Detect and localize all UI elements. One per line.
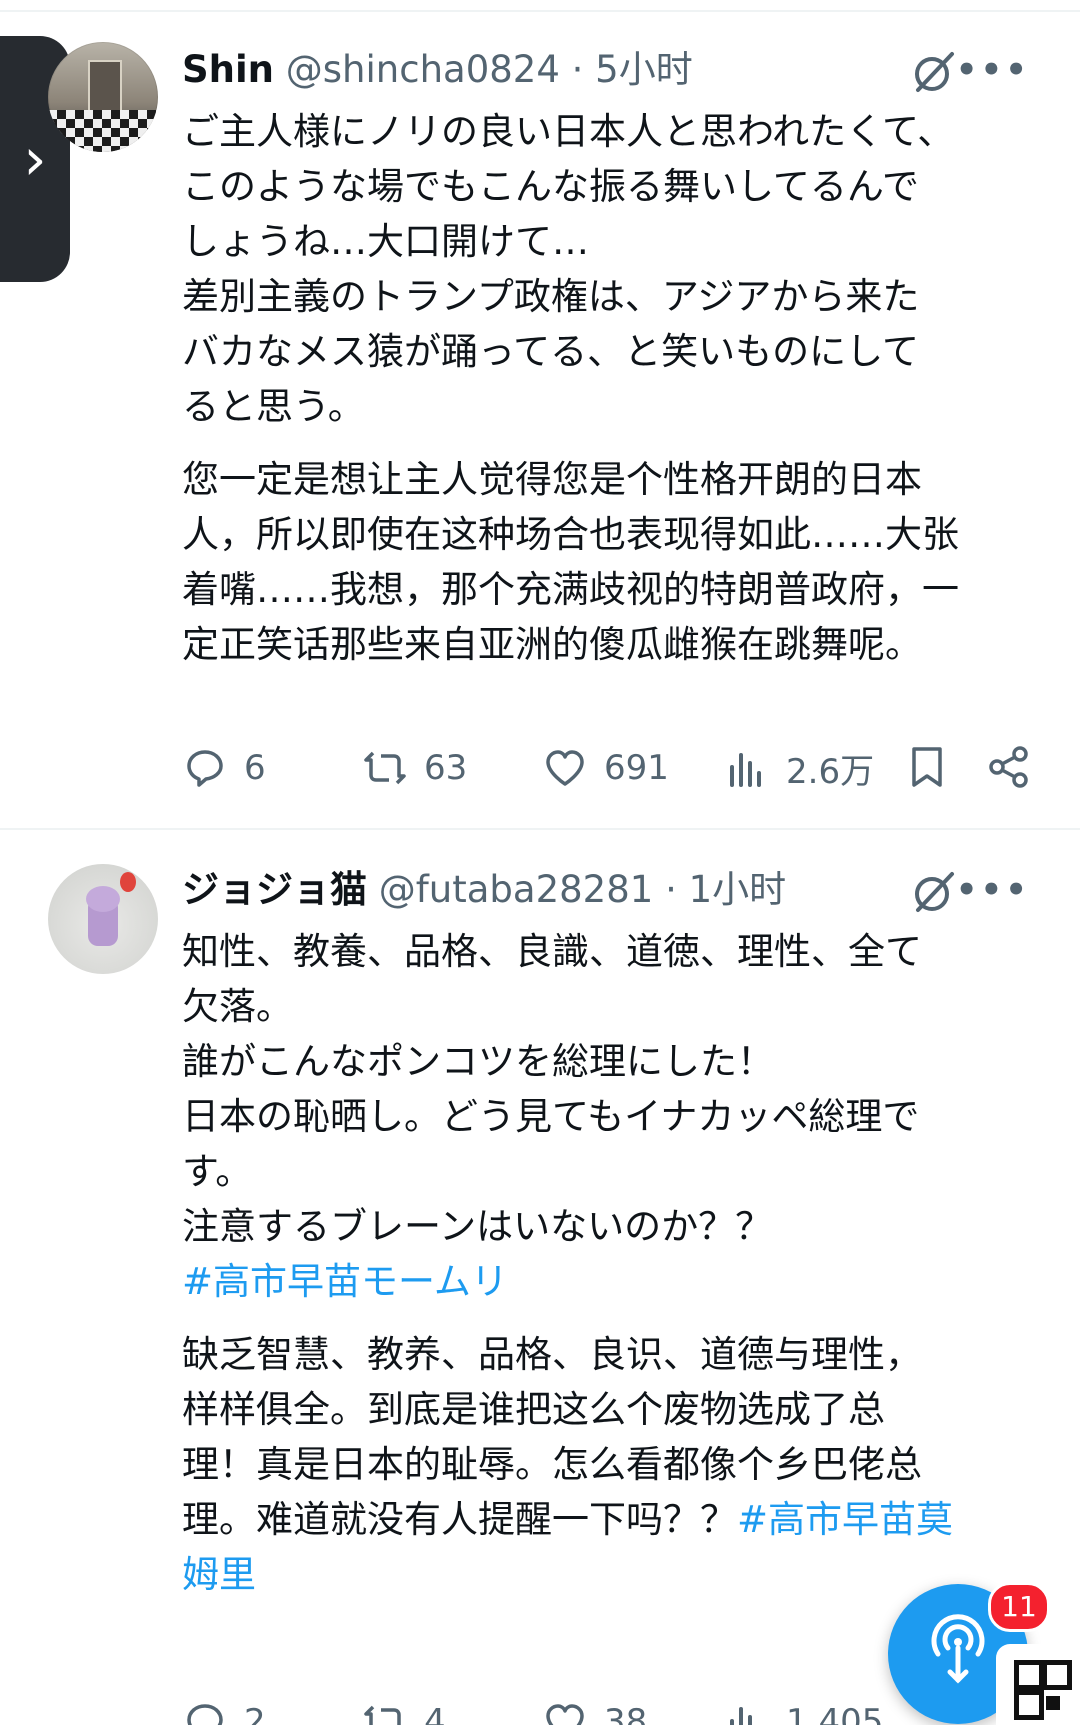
views-chart-icon (730, 753, 761, 787)
avatar[interactable] (48, 864, 158, 974)
heart-icon (546, 750, 584, 786)
chevron-right-icon: › (23, 125, 47, 193)
tweet-header: ジョジョ猫 @futaba28281 · 1小时 (182, 868, 787, 911)
timestamp[interactable]: 1小时 (689, 868, 787, 911)
reply-count: 2 (244, 1702, 266, 1725)
heart-icon (546, 1704, 584, 1725)
tweet-text: 知性、教養、品格、良識、道徳、理性、全て 欠落。 誰がこんなポンコツを総理にした… (182, 924, 1032, 1602)
more-options-icon[interactable]: ••• (956, 50, 1030, 90)
timestamp[interactable]: 5小时 (595, 48, 693, 91)
like-button[interactable]: 691 (542, 740, 669, 796)
hashtag-link[interactable]: #高市早苗モームリ (182, 1254, 1032, 1309)
grok-icon[interactable] (910, 48, 958, 96)
display-name[interactable]: ジョジョ猫 (182, 868, 367, 911)
repost-button[interactable]: 63 (362, 740, 467, 796)
like-count: 38 (604, 1702, 648, 1725)
views-button[interactable]: 1,405 (724, 1682, 882, 1725)
tweet-text: ご主人様にノリの良い日本人と思われたくて、 このような場でもこんな振る舞いしてる… (182, 110, 959, 666)
reply-count: 6 (244, 748, 266, 788)
repost-count: 63 (424, 748, 468, 788)
like-count: 691 (604, 748, 669, 788)
qr-code-icon[interactable] (996, 1644, 1080, 1725)
spaces-broadcast-icon (931, 1614, 985, 1684)
top-divider (0, 10, 1080, 12)
more-options-icon[interactable]: ••• (956, 870, 1030, 910)
tweet-actions: 6 63 691 2.6万 (182, 740, 1032, 796)
reply-button[interactable]: 2 (182, 1682, 266, 1725)
like-button[interactable]: 38 (542, 1682, 647, 1725)
avatar[interactable] (48, 42, 158, 152)
tweet-actions: 2 4 38 1,405 (182, 1682, 882, 1725)
bookmark-icon[interactable] (904, 744, 950, 790)
repost-icon (364, 1705, 401, 1725)
reply-icon (187, 750, 223, 787)
repost-button[interactable]: 4 (362, 1682, 446, 1725)
username[interactable]: @futaba28281 (379, 868, 654, 911)
view-count: 1,405 (786, 1702, 882, 1725)
view-count: 2.6万 (786, 751, 875, 792)
reply-button[interactable]: 6 (182, 740, 266, 796)
views-button[interactable]: 2.6万 (724, 740, 874, 796)
reply-icon (187, 1704, 223, 1725)
grok-icon[interactable] (910, 868, 958, 916)
display-name[interactable]: Shin (182, 48, 274, 91)
views-chart-icon (730, 1707, 752, 1725)
hashtag-link[interactable]: 姆里 (182, 1547, 1032, 1602)
hashtag-link[interactable]: #高市早苗莫 (737, 1498, 953, 1541)
share-icon[interactable] (986, 744, 1032, 790)
tweet-divider (0, 828, 1080, 830)
repost-count: 4 (424, 1702, 446, 1725)
notification-badge: 11 (988, 1582, 1050, 1632)
tweet-header: Shin @shincha0824 · 5小时 (182, 48, 693, 91)
username[interactable]: @shincha0824 (286, 48, 560, 91)
repost-icon (364, 751, 406, 785)
